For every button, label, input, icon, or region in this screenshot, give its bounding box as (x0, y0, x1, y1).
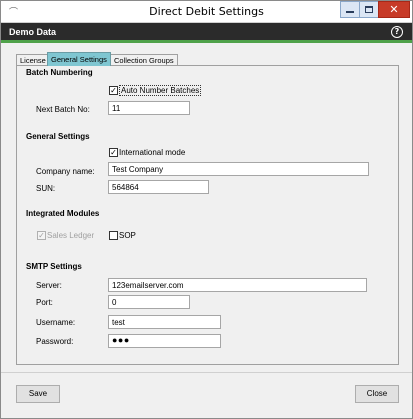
port-label: Port: (36, 298, 53, 307)
password-label: Password: (36, 337, 74, 346)
username-input[interactable]: test (108, 315, 221, 329)
server-label: Server: (36, 281, 62, 290)
minimize-button[interactable] (340, 1, 360, 18)
sales-ledger-label: Sales Ledger (47, 231, 95, 240)
next-batch-label: Next Batch No: (36, 105, 90, 114)
title-bar[interactable]: ⌒ Direct Debit Settings ✕ (1, 1, 412, 23)
help-icon[interactable]: ? (391, 26, 403, 38)
direct-debit-settings-window: ⌒ Direct Debit Settings ✕ Demo Data ? Li… (0, 0, 413, 419)
minimize-icon (346, 11, 354, 13)
sop-checkbox[interactable] (109, 231, 118, 240)
international-mode-label[interactable]: International mode (119, 148, 185, 157)
company-header: Demo Data ? (1, 23, 412, 43)
international-mode-checkbox[interactable]: ✓ (109, 148, 118, 157)
save-button[interactable]: Save (16, 385, 60, 403)
integrated-modules-heading: Integrated Modules (26, 209, 100, 218)
close-button[interactable]: Close (355, 385, 399, 403)
maximize-icon (365, 6, 373, 13)
sop-label[interactable]: SOP (119, 231, 136, 240)
maximize-button[interactable] (359, 1, 379, 18)
footer-divider (1, 372, 412, 373)
server-input[interactable]: 123emailserver.com (108, 278, 367, 292)
window-close-button[interactable]: ✕ (378, 1, 410, 18)
company-name-input[interactable]: Test Company (108, 162, 369, 176)
auto-number-label[interactable]: Auto Number Batches (119, 85, 202, 96)
username-label: Username: (36, 318, 76, 327)
company-name-title: Demo Data (9, 27, 57, 37)
close-icon: ✕ (389, 3, 399, 16)
password-input[interactable]: ●●● (108, 334, 221, 348)
sun-label: SUN: (36, 184, 56, 193)
port-input[interactable]: 0 (108, 295, 190, 309)
company-name-label: Company name: (36, 167, 95, 176)
batch-numbering-heading: Batch Numbering (26, 68, 93, 77)
next-batch-input[interactable]: 11 (108, 101, 190, 115)
general-settings-heading: General Settings (26, 132, 90, 141)
smtp-settings-heading: SMTP Settings (26, 262, 82, 271)
tab-general-settings[interactable]: General Settings (47, 52, 111, 66)
auto-number-checkbox[interactable]: ✓ (109, 86, 118, 95)
sales-ledger-checkbox: ✓ (37, 231, 46, 240)
sun-input[interactable]: 564864 (108, 180, 209, 194)
